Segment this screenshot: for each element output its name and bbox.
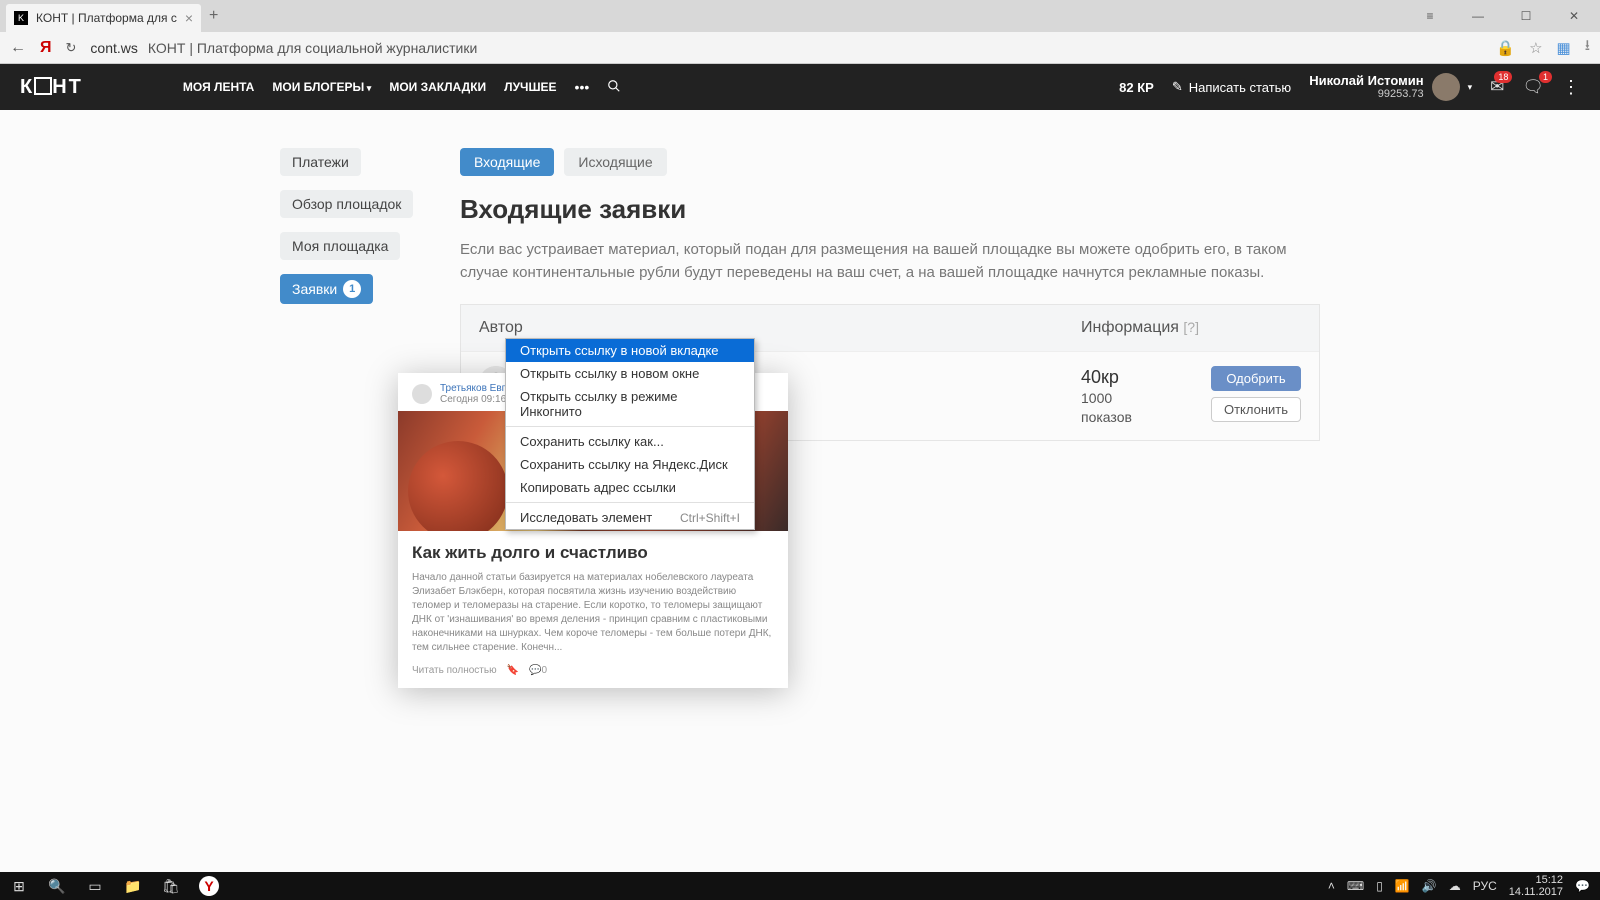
search-icon[interactable] [607, 79, 621, 96]
tab-favicon: K [14, 11, 28, 25]
comment-icon[interactable]: 💬0 [529, 665, 547, 676]
site-header: КНТ МОЯ ЛЕНТА МОИ БЛОГЕРЫ МОИ ЗАКЛАДКИ Л… [0, 64, 1600, 110]
window-maximize-button[interactable]: ☐ [1504, 2, 1548, 30]
browser-menu-icon[interactable]: ≡ [1408, 2, 1452, 30]
bookmark-star-icon[interactable]: ☆ [1529, 39, 1542, 57]
ctx-save-as[interactable]: Сохранить ссылку как... [506, 430, 754, 453]
url-host: cont.ws [90, 40, 137, 56]
taskview-button[interactable]: ▭ [76, 878, 114, 895]
tray-notifications-icon[interactable]: 💬 [1575, 879, 1590, 893]
nav-bloggers[interactable]: МОИ БЛОГЕРЫ [272, 80, 371, 94]
user-menu[interactable]: Николай Истомин 99253.73 ▾ [1309, 73, 1472, 101]
sidebar-item-payments[interactable]: Платежи [280, 148, 361, 176]
nav-best[interactable]: ЛУЧШЕЕ [504, 80, 556, 94]
tab-outgoing[interactable]: Исходящие [564, 148, 666, 176]
messages-icon[interactable]: ✉18 [1490, 77, 1504, 97]
row-views-label: показов [1081, 408, 1211, 426]
new-tab-button[interactable]: + [209, 7, 218, 25]
card-read-more[interactable]: Читать полностью [412, 665, 497, 676]
ctx-open-incognito[interactable]: Открыть ссылку в режиме Инкогнито [506, 385, 754, 423]
url-title: КОНТ | Платформа для социальной журналис… [148, 40, 477, 56]
store-icon[interactable]: 🛍 [152, 878, 190, 895]
nav-feed[interactable]: МОЯ ЛЕНТА [183, 80, 254, 94]
kp-balance[interactable]: 82 КР [1119, 80, 1154, 95]
tray-volume-icon[interactable]: 🔊 [1422, 879, 1437, 893]
window-close-button[interactable]: ✕ [1552, 2, 1596, 30]
requests-count-badge: 1 [343, 280, 361, 298]
ctx-open-new-window[interactable]: Открыть ссылку в новом окне [506, 362, 754, 385]
chevron-down-icon: ▾ [1468, 82, 1473, 93]
approve-button[interactable]: Одобрить [1211, 366, 1301, 391]
site-logo[interactable]: КНТ [20, 75, 83, 99]
reject-button[interactable]: Отклонить [1211, 397, 1301, 422]
card-excerpt: Начало данной статьи базируется на матер… [398, 571, 788, 665]
user-name: Николай Истомин [1309, 74, 1423, 88]
col-info: Информация [?] [1081, 319, 1211, 337]
row-price: 40кр [1081, 366, 1211, 389]
search-button[interactable]: 🔍 [38, 878, 76, 895]
pencil-icon: ✎ [1172, 79, 1183, 95]
user-avatar [1432, 73, 1460, 101]
tray-lang[interactable]: РУС [1473, 879, 1497, 893]
extension-icon[interactable]: ▦ [1557, 39, 1571, 57]
site-lock-icon[interactable]: 🔒 [1496, 39, 1515, 57]
taskbar: ⊞ 🔍 ▭ 📁 🛍 Y ˄ ⌨ ▯ 📶 🔊 ☁ РУС 15:12 14.11.… [0, 872, 1600, 900]
window-titlebar: K КОНТ | Платформа для с × + ≡ — ☐ ✕ [0, 0, 1600, 32]
tray-keyboard-icon[interactable]: ⌨ [1347, 879, 1364, 893]
tab-incoming[interactable]: Входящие [460, 148, 554, 176]
url-field[interactable]: cont.ws КОНТ | Платформа для социальной … [90, 40, 1482, 56]
user-balance: 99253.73 [1309, 88, 1423, 100]
tray-clock[interactable]: 15:12 14.11.2017 [1509, 874, 1563, 898]
ctx-open-new-tab[interactable]: Открыть ссылку в новой вкладке [506, 339, 754, 362]
reload-button[interactable]: ↻ [66, 40, 77, 56]
start-button[interactable]: ⊞ [0, 878, 38, 895]
explorer-icon[interactable]: 📁 [114, 878, 152, 895]
back-button[interactable]: ← [10, 39, 26, 57]
tray-cloud-icon[interactable]: ☁ [1449, 879, 1461, 893]
bookmark-icon[interactable]: 🔖 [507, 665, 519, 676]
col-author: Автор [479, 319, 1081, 337]
context-menu: Открыть ссылку в новой вкладке Открыть с… [505, 338, 755, 530]
tray-battery-icon[interactable]: ▯ [1376, 879, 1383, 893]
row-views: 1000 [1081, 389, 1211, 407]
info-help-icon[interactable]: [?] [1183, 319, 1199, 335]
tray-up-icon[interactable]: ˄ [1328, 879, 1335, 893]
yandex-icon[interactable]: Я [40, 39, 52, 57]
address-bar: ← Я ↻ cont.ws КОНТ | Платформа для социа… [0, 32, 1600, 64]
tab-close-icon[interactable]: × [185, 10, 193, 26]
sidebar-item-requests[interactable]: Заявки 1 [280, 274, 373, 304]
ctx-copy-link[interactable]: Копировать адрес ссылки [506, 476, 754, 499]
browser-tab[interactable]: K КОНТ | Платформа для с × [6, 4, 201, 32]
ctx-save-yadisk[interactable]: Сохранить ссылку на Яндекс.Диск [506, 453, 754, 476]
downloads-icon[interactable]: ⭳ [1585, 35, 1590, 60]
card-avatar [412, 384, 432, 404]
sidebar-item-overview[interactable]: Обзор площадок [280, 190, 413, 218]
card-title[interactable]: Как жить долго и счастливо [398, 531, 788, 571]
tab-title: КОНТ | Платформа для с [36, 11, 177, 25]
nav-more-icon[interactable]: ••• [575, 79, 590, 95]
page-title: Входящие заявки [460, 194, 1320, 225]
ctx-inspect[interactable]: Исследовать элемент Ctrl+Shift+I [506, 506, 754, 529]
notifications-icon[interactable]: 🗨1 [1522, 77, 1544, 97]
sidebar-item-myplace[interactable]: Моя площадка [280, 232, 400, 260]
settings-menu-icon[interactable]: ⋮ [1562, 77, 1580, 98]
window-minimize-button[interactable]: — [1456, 2, 1500, 30]
write-article-button[interactable]: ✎ Написать статью [1172, 79, 1291, 95]
page-description: Если вас устраивает материал, который по… [460, 239, 1320, 284]
tray-wifi-icon[interactable]: 📶 [1395, 879, 1410, 893]
yandex-browser-icon[interactable]: Y [199, 876, 219, 896]
page-body: Платежи Обзор площадок Моя площадка Заяв… [0, 110, 1600, 872]
nav-bookmarks[interactable]: МОИ ЗАКЛАДКИ [389, 80, 486, 94]
